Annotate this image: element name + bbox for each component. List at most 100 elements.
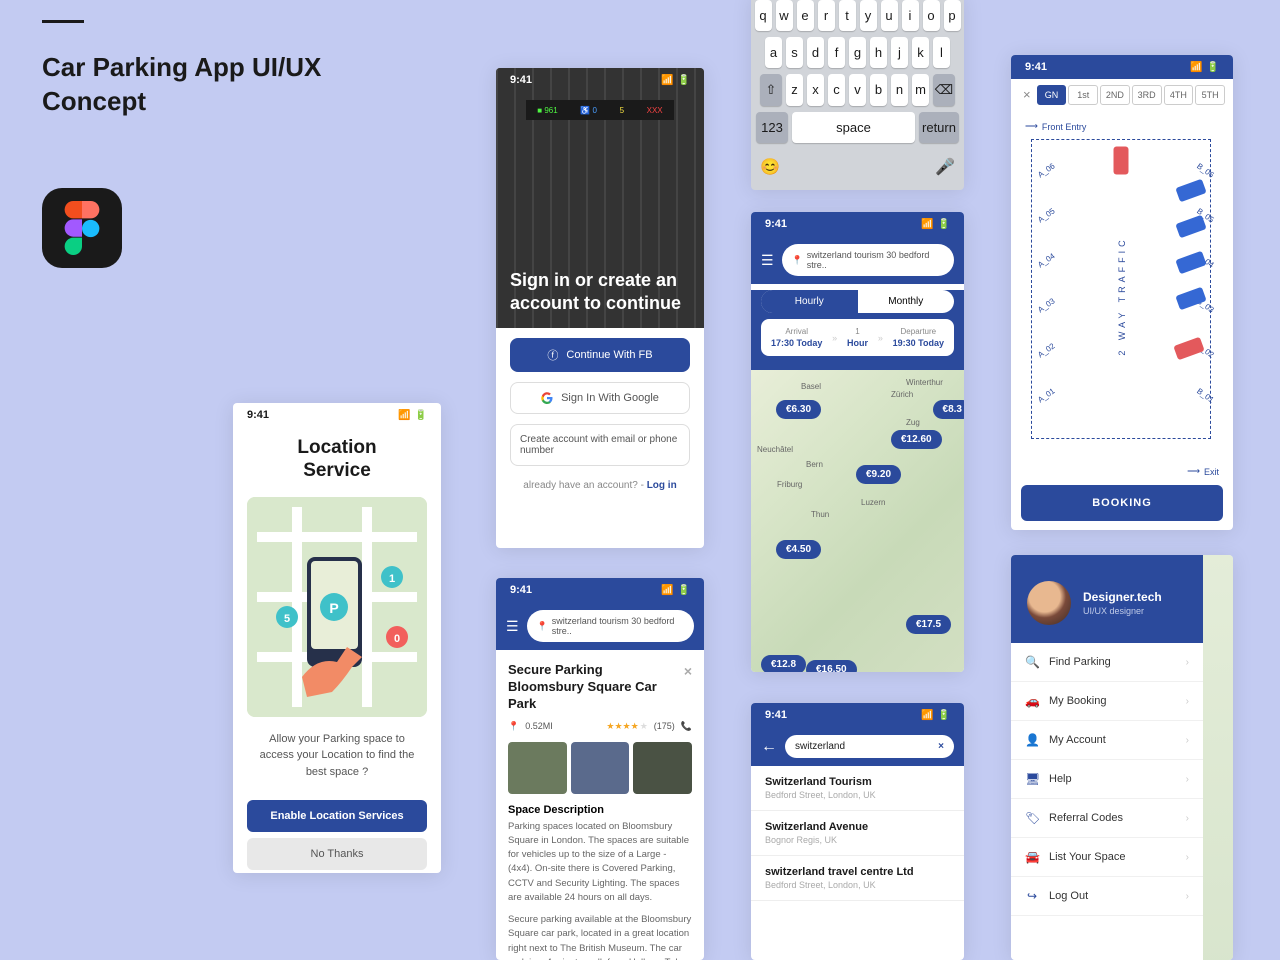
- menu-item[interactable]: 🚗My Booking›: [1011, 682, 1203, 721]
- key-f[interactable]: f: [828, 37, 845, 68]
- menu-item[interactable]: ↪Log Out›: [1011, 877, 1203, 916]
- key-p[interactable]: p: [944, 0, 961, 31]
- enable-location-button[interactable]: Enable Location Services: [247, 800, 427, 832]
- signin-google-button[interactable]: Sign In With Google: [510, 382, 690, 414]
- search-bar: ☰ 📍switzerland tourism 30 bedford stre..: [751, 236, 964, 284]
- status-time: 9:41: [765, 218, 787, 230]
- key-a[interactable]: a: [765, 37, 782, 68]
- key-g[interactable]: g: [849, 37, 866, 68]
- floor-tab[interactable]: GN: [1037, 85, 1067, 105]
- sidebar-menu: Designer.techUI/UX designer 🔍Find Parkin…: [1011, 555, 1203, 960]
- arrow-icon: ⟶: [1187, 466, 1200, 477]
- continue-facebook-button[interactable]: ⓕContinue With FB: [510, 338, 690, 372]
- price-pin[interactable]: €4.50: [776, 540, 821, 559]
- key-b[interactable]: b: [870, 74, 887, 106]
- back-icon[interactable]: ←: [761, 738, 777, 756]
- num-key[interactable]: 123: [756, 112, 788, 143]
- floor-tab[interactable]: 1st: [1068, 85, 1098, 105]
- space-key[interactable]: space: [792, 112, 915, 143]
- search-input[interactable]: 📍switzerland tourism 30 bedford stre..: [527, 610, 694, 642]
- menu-icon[interactable]: ☰: [761, 252, 774, 269]
- map-view[interactable]: Basel Zürich Bern Winterthur Luzern Neuc…: [751, 370, 964, 672]
- key-s[interactable]: s: [786, 37, 803, 68]
- key-k[interactable]: k: [912, 37, 929, 68]
- tab-hourly[interactable]: Hourly: [761, 290, 858, 313]
- clear-icon[interactable]: ×: [938, 741, 944, 752]
- search-bar: ← switzerland×: [751, 727, 964, 766]
- key-h[interactable]: h: [870, 37, 887, 68]
- floor-tab[interactable]: 3RD: [1132, 85, 1162, 105]
- thumbnail[interactable]: [571, 742, 630, 794]
- close-button[interactable]: ×: [1019, 85, 1035, 105]
- menu-item[interactable]: 🖥Help›: [1011, 760, 1203, 799]
- menu-item-label: List Your Space: [1049, 851, 1125, 863]
- price-pin[interactable]: €17.5: [906, 615, 951, 634]
- floor-tab[interactable]: 2ND: [1100, 85, 1130, 105]
- meta-row: 📍 0.52MI ★★★★★ (175) 📞: [508, 721, 692, 732]
- menu-item-icon: 🏷: [1025, 811, 1039, 825]
- key-c[interactable]: c: [828, 74, 845, 106]
- key-u[interactable]: u: [881, 0, 898, 31]
- map-city-label: Zug: [906, 418, 920, 427]
- booking-button[interactable]: BOOKING: [1021, 485, 1223, 521]
- menu-item[interactable]: 🚘List Your Space›: [1011, 838, 1203, 877]
- thumbnail[interactable]: [508, 742, 567, 794]
- search-result[interactable]: Switzerland AvenueBognor Regis, UK: [751, 811, 964, 856]
- floor-tab[interactable]: 5TH: [1195, 85, 1225, 105]
- svg-text:5: 5: [284, 613, 290, 625]
- key-j[interactable]: j: [891, 37, 908, 68]
- key-i[interactable]: i: [902, 0, 919, 31]
- key-w[interactable]: w: [776, 0, 793, 31]
- menu-item[interactable]: 🔍Find Parking›: [1011, 643, 1203, 682]
- search-result[interactable]: switzerland travel centre LtdBedford Str…: [751, 856, 964, 901]
- key-q[interactable]: q: [755, 0, 772, 31]
- time-selector[interactable]: Arrival17:30 Today » 1Hour » Departure19…: [761, 319, 954, 356]
- price-pin[interactable]: €9.20: [856, 465, 901, 484]
- profile-header[interactable]: Designer.techUI/UX designer: [1011, 555, 1203, 643]
- key-x[interactable]: x: [807, 74, 824, 106]
- shift-key[interactable]: ⇧: [760, 74, 782, 106]
- key-y[interactable]: y: [860, 0, 877, 31]
- price-pin[interactable]: €8.3: [933, 400, 964, 419]
- key-n[interactable]: n: [891, 74, 908, 106]
- thumbnail[interactable]: [633, 742, 692, 794]
- status-bar: 9:41📶🔋: [496, 578, 704, 602]
- close-icon[interactable]: ×: [684, 662, 692, 680]
- search-input[interactable]: switzerland×: [785, 735, 954, 758]
- backspace-key[interactable]: ⌫: [933, 74, 955, 106]
- phone-icon[interactable]: 📞: [681, 721, 692, 732]
- key-r[interactable]: r: [818, 0, 835, 31]
- key-t[interactable]: t: [839, 0, 856, 31]
- key-e[interactable]: e: [797, 0, 814, 31]
- price-pin[interactable]: €16.50: [806, 660, 857, 672]
- map-city-label: Neuchâtel: [757, 445, 793, 454]
- key-o[interactable]: o: [923, 0, 940, 31]
- key-d[interactable]: d: [807, 37, 824, 68]
- tab-monthly[interactable]: Monthly: [858, 290, 955, 313]
- login-link[interactable]: Log in: [647, 480, 677, 491]
- price-pin[interactable]: €12.8: [761, 655, 806, 672]
- floor-tab[interactable]: 4TH: [1164, 85, 1194, 105]
- key-l[interactable]: l: [933, 37, 950, 68]
- search-input[interactable]: 📍switzerland tourism 30 bedford stre..: [782, 244, 954, 276]
- search-result[interactable]: Switzerland TourismBedford Street, Londo…: [751, 766, 964, 811]
- menu-icon[interactable]: ☰: [506, 618, 519, 635]
- price-pin[interactable]: €12.60: [891, 430, 942, 449]
- menu-item[interactable]: 🏷Referral Codes›: [1011, 799, 1203, 838]
- mic-icon[interactable]: 🎤: [935, 157, 955, 177]
- key-z[interactable]: z: [786, 74, 803, 106]
- key-v[interactable]: v: [849, 74, 866, 106]
- result-subtitle: Bedford Street, London, UK: [765, 790, 950, 800]
- return-key[interactable]: return: [919, 112, 959, 143]
- screen-parking-layout: 9:41📶🔋 × GN1st2ND3RD4TH5TH ⟶Front Entry …: [1011, 55, 1233, 530]
- price-pin[interactable]: €6.30: [776, 400, 821, 419]
- key-m[interactable]: m: [912, 74, 929, 106]
- create-account-button[interactable]: Create account with email or phone numbe…: [510, 424, 690, 466]
- floor-tabs: × GN1st2ND3RD4TH5TH: [1011, 79, 1233, 111]
- emoji-icon[interactable]: 😊: [760, 157, 780, 177]
- no-thanks-button[interactable]: No Thanks: [247, 838, 427, 870]
- menu-item-icon: 🚘: [1025, 850, 1039, 864]
- presentation-title: Car Parking App UI/UX Concept: [42, 51, 321, 119]
- signin-hero: 9:41📶🔋 ■ 961♿ 05XXX Sign in or create an…: [496, 68, 704, 328]
- menu-item[interactable]: 👤My Account›: [1011, 721, 1203, 760]
